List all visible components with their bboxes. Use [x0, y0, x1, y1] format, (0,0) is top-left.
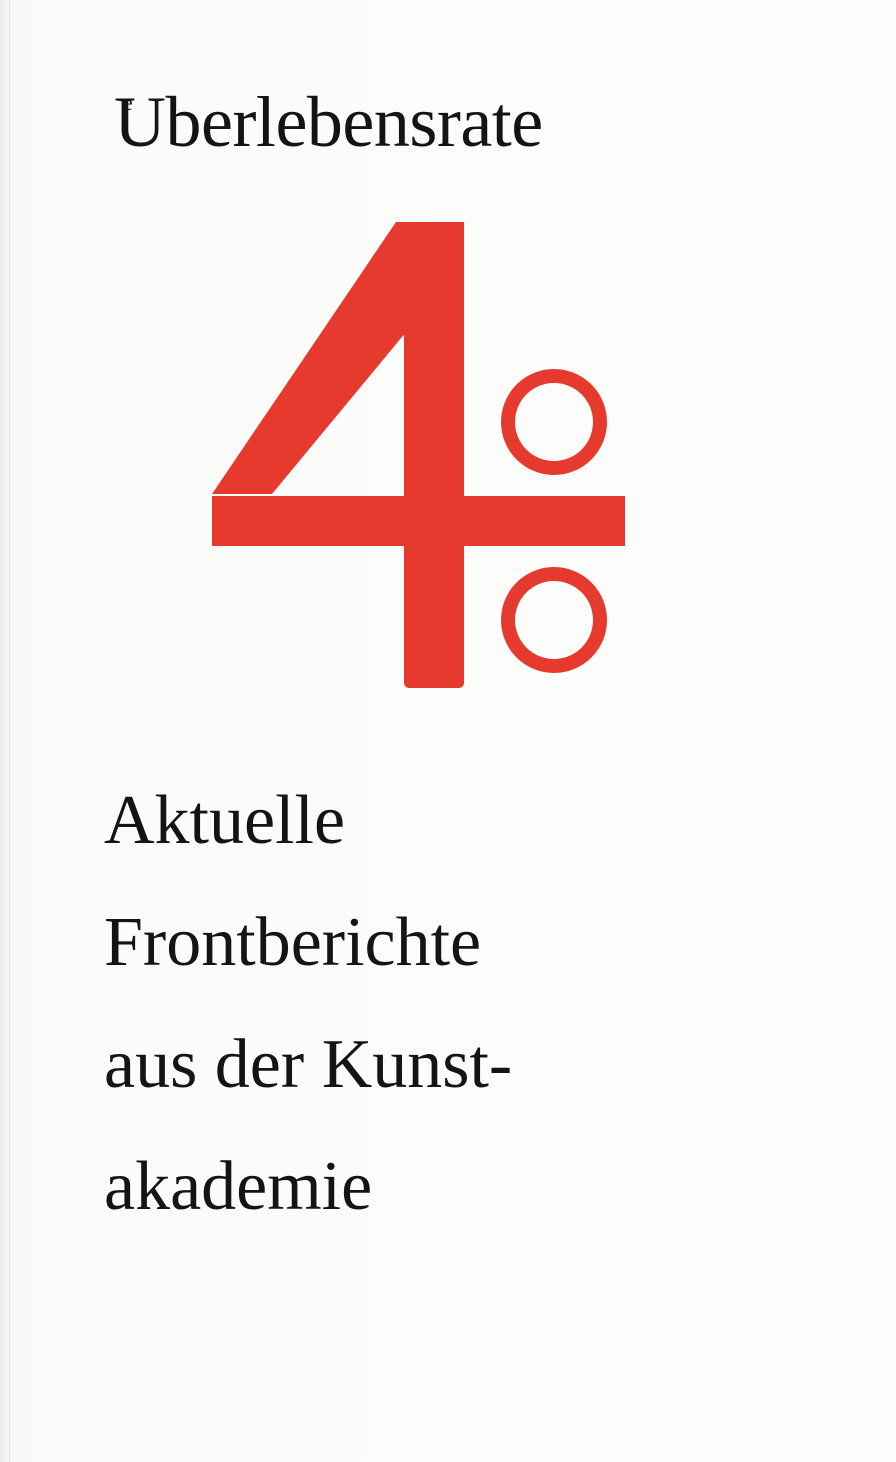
- cover-subtitle: Aktuelle Frontberichte aus der Kunst- ak…: [104, 760, 512, 1248]
- percent-upper-circle: [501, 369, 607, 475]
- title-initial: Ue: [114, 82, 166, 162]
- cover-title: Ue berlebensrate: [114, 86, 543, 158]
- four-crossbar: [212, 496, 625, 546]
- subtitle-line-2: Frontberichte: [104, 904, 482, 981]
- spine-edge: [9, 0, 10, 1462]
- subtitle-line-1: Aktuelle: [104, 782, 346, 859]
- title-initial-inset: e: [123, 90, 133, 115]
- four-percent-emblem: [212, 222, 625, 688]
- percent-lower-circle: [501, 567, 607, 673]
- four-vertical-stem: [404, 222, 464, 688]
- subtitle-line-4: akademie: [104, 1148, 373, 1225]
- title-rest: berlebensrate: [165, 82, 544, 162]
- book-cover: Ue berlebensrate Aktuelle Frontberichte a…: [0, 0, 896, 1462]
- subtitle-line-3: aus der Kunst-: [104, 1026, 513, 1103]
